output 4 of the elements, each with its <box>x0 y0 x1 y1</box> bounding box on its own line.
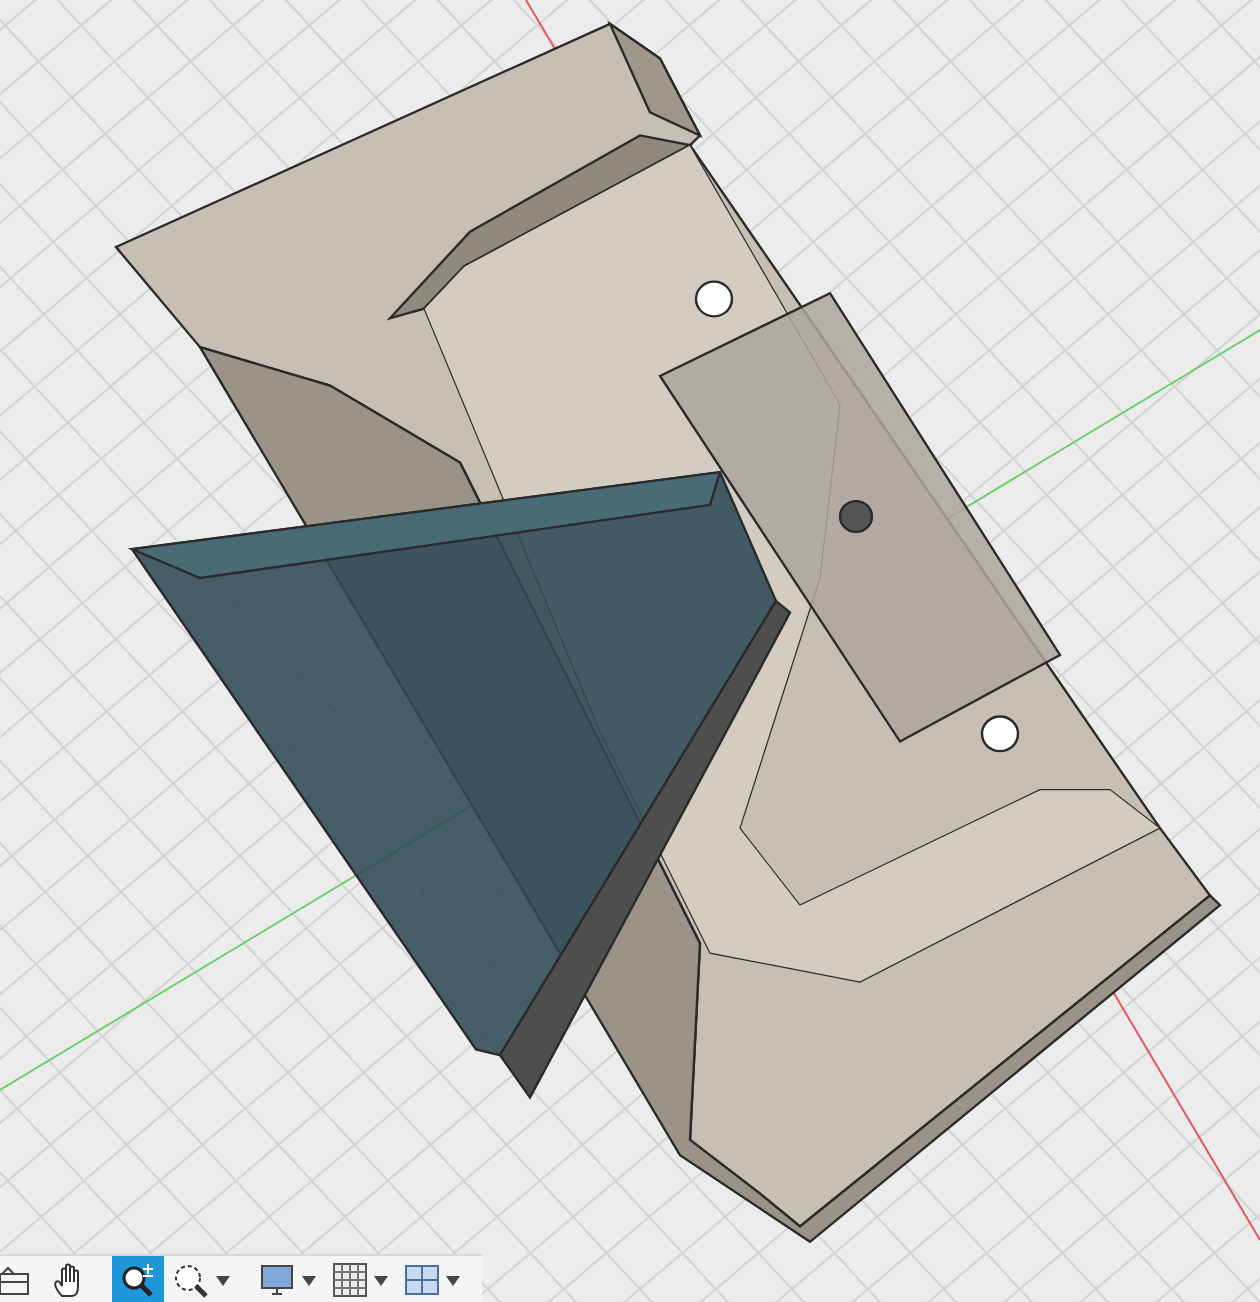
toolbar-button[interactable] <box>112 1256 164 1302</box>
monitor-icon <box>258 1260 298 1300</box>
zoom-icon <box>118 1260 158 1300</box>
window-panes-icon <box>402 1260 442 1300</box>
